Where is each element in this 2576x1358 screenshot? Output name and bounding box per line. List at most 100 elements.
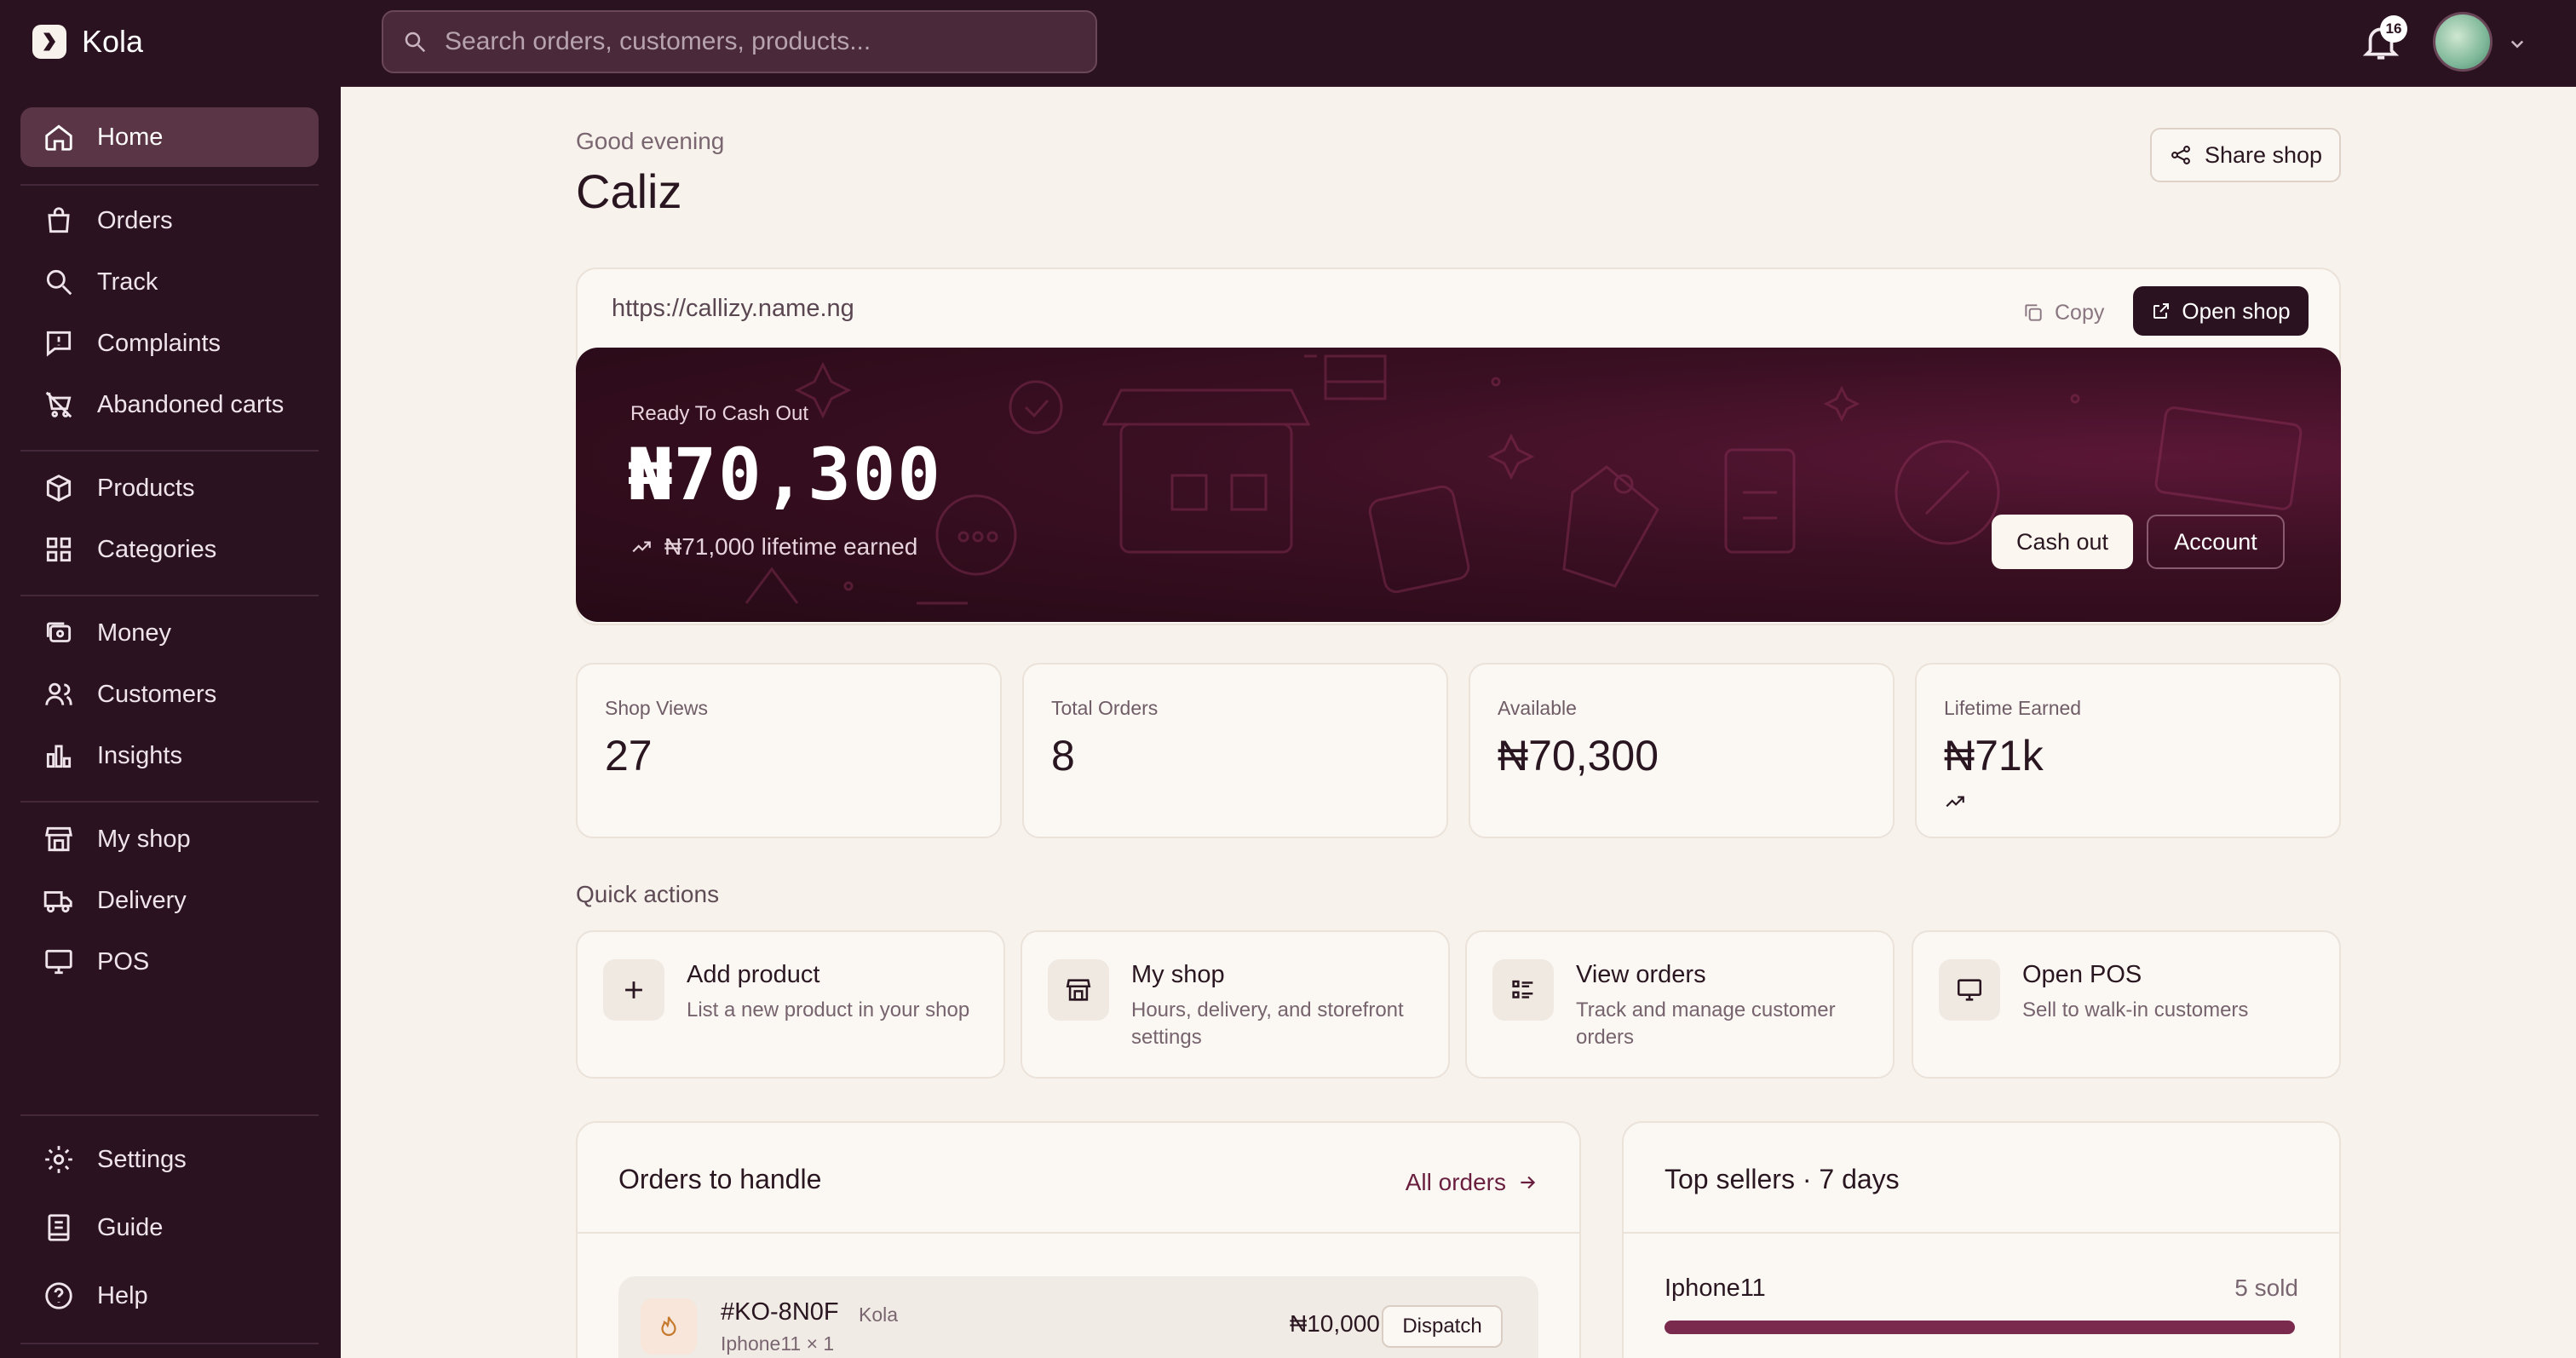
sidebar-item-complaints[interactable]: Complaints — [20, 314, 319, 373]
order-item: Iphone11 × 1 — [721, 1332, 835, 1355]
sidebar-item-label: Delivery — [97, 886, 187, 914]
sidebar-item-label: Guide — [97, 1213, 164, 1241]
panel-title: Top sellers · 7 days — [1665, 1164, 1900, 1194]
stat-label: Available — [1498, 697, 1577, 719]
search-icon — [46, 269, 72, 296]
action-desc: Hours, delivery, and storefront settings — [1131, 998, 1404, 1049]
panel-title: Orders to handle — [618, 1164, 822, 1194]
action-desc: Track and manage customer orders — [1576, 998, 1836, 1049]
arrow-right-icon — [1521, 1176, 1536, 1189]
page-title: Caliz — [576, 164, 682, 218]
home-icon — [45, 124, 72, 151]
action-title: Open POS — [2022, 961, 2142, 988]
all-orders-label: All orders — [1405, 1169, 1506, 1195]
nav-divider — [20, 184, 319, 186]
sidebar-item-label: Products — [97, 474, 195, 502]
sidebar-item-guide[interactable]: Guide — [20, 1198, 319, 1257]
monitor-icon — [45, 949, 72, 975]
sidebar-item-help[interactable]: Help — [20, 1266, 319, 1326]
box-icon — [46, 475, 72, 502]
seller-sold: 5 sold — [2234, 1275, 2298, 1301]
nav-divider — [20, 1343, 319, 1344]
sidebar: Kola Home Orders Track Complaints Abando… — [0, 0, 341, 1358]
external-link-icon — [2153, 303, 2170, 319]
sidebar-item-label: Categories — [97, 535, 217, 563]
stat-value: ₦71k — [1944, 732, 2044, 780]
brand[interactable]: Kola — [32, 24, 143, 60]
open-shop-label: Open shop — [2182, 297, 2291, 324]
search-bar[interactable] — [382, 10, 1097, 73]
seller-name: Iphone11 — [1665, 1275, 1766, 1302]
action-title: My shop — [1131, 961, 1225, 988]
search-icon — [405, 32, 426, 53]
sidebar-item-abandoned-carts[interactable]: Abandoned carts — [20, 375, 319, 434]
gear-icon — [45, 1146, 72, 1173]
sidebar-item-home[interactable]: Home — [20, 107, 319, 167]
sidebar-item-label: Orders — [97, 206, 173, 234]
action-view-orders[interactable]: View orders Track and manage customer or… — [1465, 930, 1895, 1079]
action-title: View orders — [1576, 961, 1706, 988]
action-add-product[interactable]: Add product List a new product in your s… — [576, 930, 1005, 1079]
shopping-bag-icon — [48, 207, 70, 233]
copy-button[interactable]: Copy — [2022, 290, 2104, 336]
sidebar-item-my-shop[interactable]: My shop — [20, 809, 319, 869]
avatar[interactable] — [2433, 12, 2493, 72]
plus-icon — [603, 959, 664, 1021]
lifetime-earned: ₦71,000 lifetime earned — [630, 533, 917, 561]
sidebar-item-money[interactable]: Money — [20, 603, 319, 663]
shop-url[interactable]: https://callizy.name.ng — [612, 295, 854, 323]
users-icon — [45, 682, 72, 705]
sidebar-item-label: Settings — [97, 1145, 187, 1173]
nav-divider — [20, 595, 319, 596]
panel-header: Top sellers · 7 days — [1624, 1123, 2339, 1234]
grid-icon — [46, 537, 72, 562]
dispatch-button[interactable]: Dispatch — [1382, 1305, 1503, 1348]
order-row[interactable]: #KO-8N0F Kola Iphone11 × 1 ₦10,000 Dispa… — [618, 1276, 1538, 1358]
share-shop-button[interactable]: Share shop — [2150, 128, 2341, 182]
action-my-shop[interactable]: My shop Hours, delivery, and storefront … — [1021, 930, 1450, 1079]
sidebar-item-delivery[interactable]: Delivery — [20, 871, 319, 930]
sidebar-item-settings[interactable]: Settings — [20, 1130, 319, 1189]
cash-out-button[interactable]: Cash out — [1992, 515, 2133, 569]
stat-card-available: Available ₦70,300 — [1469, 663, 1895, 838]
stat-card-shop-views: Shop Views 27 — [576, 663, 1002, 838]
sidebar-item-label: POS — [97, 947, 150, 975]
sidebar-item-label: Track — [97, 268, 158, 296]
order-id: #KO-8N0F — [721, 1298, 839, 1326]
chevron-down-icon[interactable] — [2504, 31, 2530, 56]
orders-to-handle-panel: Orders to handle All orders #KO-8N0F Kol… — [576, 1121, 1581, 1358]
help-circle-icon — [45, 1282, 72, 1309]
store-icon — [45, 826, 72, 852]
seller-bar-track — [1665, 1321, 2295, 1334]
trending-up-icon — [1946, 796, 1964, 808]
sidebar-item-customers[interactable]: Customers — [20, 665, 319, 724]
sidebar-item-orders[interactable]: Orders — [20, 191, 319, 250]
sidebar-item-label: Money — [97, 619, 172, 647]
sidebar-item-insights[interactable]: Insights — [20, 726, 319, 785]
stat-label: Shop Views — [605, 697, 709, 719]
action-desc: Sell to walk-in customers — [2022, 998, 2249, 1021]
stat-card-lifetime-earned: Lifetime Earned ₦71k — [1915, 663, 2341, 838]
truck-icon — [43, 891, 72, 913]
sidebar-item-categories[interactable]: Categories — [20, 520, 319, 579]
nav-divider — [20, 1114, 319, 1116]
search-input[interactable] — [445, 27, 1092, 56]
book-icon — [48, 1214, 70, 1241]
monitor-icon — [1939, 959, 2000, 1021]
account-button[interactable]: Account — [2147, 515, 2285, 569]
cash-out-banner: Ready To Cash Out ₦70,300 ₦71,000 lifeti… — [576, 348, 2341, 622]
stat-value: ₦70,300 — [1498, 732, 1659, 780]
flame-icon — [641, 1298, 697, 1355]
open-shop-button[interactable]: Open shop — [2133, 286, 2309, 336]
message-alert-icon — [46, 331, 72, 357]
sidebar-item-pos[interactable]: POS — [20, 932, 319, 992]
sidebar-item-track[interactable]: Track — [20, 252, 319, 312]
quick-actions-title: Quick actions — [576, 881, 720, 907]
all-orders-link[interactable]: All orders — [1406, 1169, 1538, 1196]
kola-logo-icon — [32, 25, 66, 59]
seller-bar-fill — [1665, 1321, 2295, 1334]
action-open-pos[interactable]: Open POS Sell to walk-in customers — [1912, 930, 2341, 1079]
order-price: ₦10,000 — [1290, 1310, 1380, 1337]
list-icon — [1492, 959, 1554, 1021]
sidebar-item-products[interactable]: Products — [20, 458, 319, 518]
